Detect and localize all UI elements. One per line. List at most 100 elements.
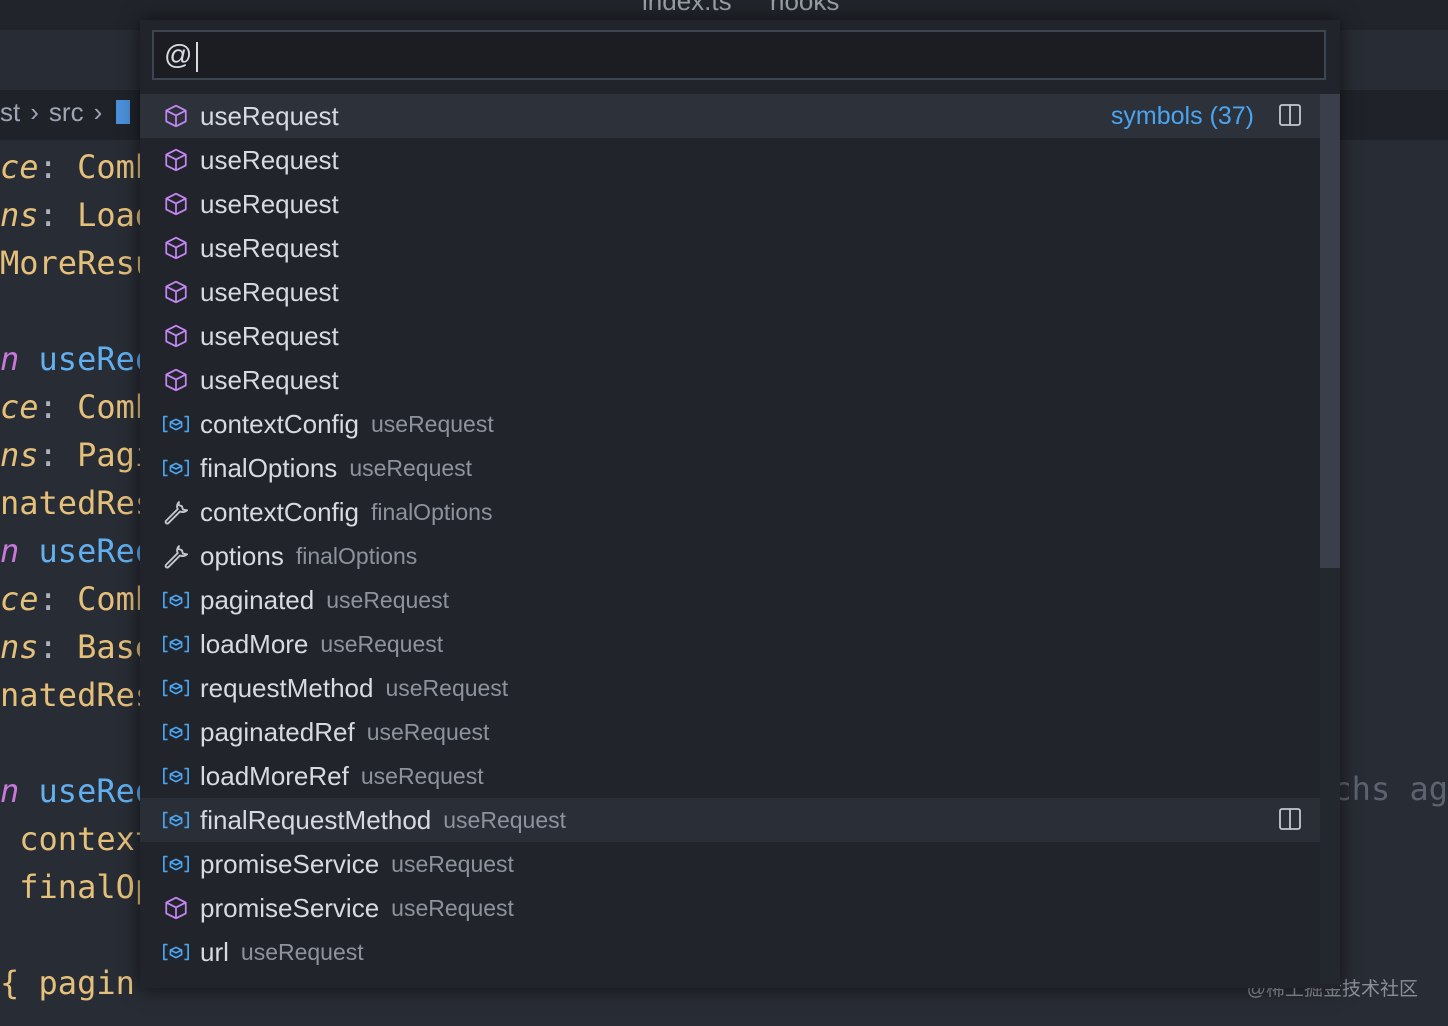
cube-icon <box>162 234 190 262</box>
code-line: ce: Comb <box>0 388 155 426</box>
quick-pick-item-label: finalRequestMethod <box>200 804 432 835</box>
quick-pick-item-label: paginated <box>200 584 315 615</box>
quick-pick-item-description: finalOptions <box>295 542 418 569</box>
scrollbar[interactable] <box>1320 94 1340 984</box>
quick-pick-item[interactable]: promiseService useRequest <box>140 842 1320 886</box>
variable-icon <box>162 410 190 438</box>
code-line: n useReq <box>0 340 155 378</box>
quick-pick-item[interactable]: useRequest symbols (37) <box>140 94 1320 138</box>
quick-pick-item-label: useRequest <box>200 100 339 131</box>
code-line: ns: Pagi <box>0 436 155 474</box>
quick-pick-item-label: promiseService <box>200 892 380 923</box>
breadcrumb: st › src › <box>0 92 131 132</box>
quick-pick-item-description: useRequest <box>360 762 484 789</box>
file-icon <box>116 100 131 124</box>
quick-pick-list: useRequest symbols (37) useRequest useReque… <box>140 94 1320 984</box>
code-line: { pagin <box>0 964 135 1002</box>
quick-pick-item[interactable]: requestMethod useRequest <box>140 666 1320 710</box>
code-line: ns: Load <box>0 196 155 234</box>
variable-icon <box>162 806 190 834</box>
code-line: finalOp <box>0 868 155 906</box>
quick-pick-item-description: useRequest <box>370 410 494 437</box>
quick-pick-item-label: loadMoreRef <box>200 760 349 791</box>
quick-pick-item-description: useRequest <box>391 850 514 877</box>
code-line: ce: Comb <box>0 148 155 186</box>
quick-pick-item-description: useRequest <box>240 938 364 965</box>
quick-pick-item-description: useRequest <box>326 586 449 613</box>
quick-pick-item[interactable]: useRequest <box>140 314 1320 358</box>
quick-pick-item[interactable]: useRequest <box>140 182 1320 226</box>
cube-icon <box>162 190 190 218</box>
code-line: ce: Comb <box>0 580 155 618</box>
cube-icon <box>162 278 190 306</box>
variable-icon <box>162 718 190 746</box>
quick-pick-item-label: paginatedRef <box>200 716 355 747</box>
quick-pick-item[interactable]: paginatedRef useRequest <box>140 710 1320 754</box>
quick-pick-item-label: options <box>200 540 284 571</box>
quick-pick-item[interactable]: useRequest <box>140 270 1320 314</box>
variable-icon <box>162 762 190 790</box>
quick-pick-item-label: url <box>200 936 229 967</box>
quick-pick-item[interactable]: finalRequestMethod useRequest <box>140 798 1320 842</box>
symbols-count-label: symbols (37) <box>1110 101 1254 130</box>
quick-pick-item[interactable]: useRequest <box>140 358 1320 402</box>
quick-pick-item-label: finalOptions <box>200 452 338 483</box>
quick-pick-item[interactable]: loadMore useRequest <box>140 622 1320 666</box>
tab-index-ts[interactable]: index.ts <box>642 0 732 17</box>
cube-icon <box>162 322 190 350</box>
quick-pick-item-description: useRequest <box>443 806 567 833</box>
scrollbar-thumb[interactable] <box>1320 94 1340 568</box>
code-line: natedRes <box>0 484 155 522</box>
variable-icon <box>162 850 190 878</box>
quick-pick-item-label: contextConfig <box>200 408 359 439</box>
quick-pick-item-label: promiseService <box>200 848 380 879</box>
chevron-right-icon: › <box>30 96 39 127</box>
breadcrumb-item[interactable]: st <box>0 97 20 128</box>
quick-pick-item-label: requestMethod <box>200 672 374 703</box>
quick-pick-item[interactable]: finalOptions useRequest <box>140 446 1320 490</box>
quick-pick-item-description: useRequest <box>349 454 473 481</box>
variable-icon <box>162 938 190 966</box>
chevron-right-icon: › <box>93 96 103 127</box>
quick-pick-input-box <box>152 30 1326 80</box>
code-line: n useReq <box>0 772 155 810</box>
quick-pick-item[interactable]: paginated useRequest <box>140 578 1320 622</box>
quick-pick-item-description: finalOptions <box>370 498 493 525</box>
quick-pick-item[interactable]: options finalOptions <box>140 534 1320 578</box>
quick-pick-item-label: useRequest <box>200 320 339 351</box>
code-line: n useReq <box>0 532 155 570</box>
code-line: natedRes <box>0 676 155 714</box>
quick-pick-item-description: useRequest <box>366 718 490 745</box>
variable-icon <box>162 454 190 482</box>
quick-pick-item-label: useRequest <box>200 364 339 395</box>
quick-pick-item-label: loadMore <box>200 628 309 659</box>
quick-pick-item[interactable]: promiseService useRequest <box>140 886 1320 930</box>
quick-pick-widget: useRequestsymbols (37)useRequestuseReque… <box>140 20 1340 988</box>
code-line: ns: Base <box>0 628 155 666</box>
open-to-side-icon[interactable] <box>1278 103 1302 127</box>
open-to-side-icon[interactable] <box>1278 807 1302 831</box>
text-caret <box>196 42 198 72</box>
quick-pick-item-description: useRequest <box>385 674 509 701</box>
quick-pick-item-description: useRequest <box>320 630 444 657</box>
quick-pick-item[interactable]: contextConfig useRequest <box>140 402 1320 446</box>
quick-pick-item-label: useRequest <box>200 232 339 263</box>
breadcrumb-item[interactable]: src <box>49 97 84 128</box>
code-ghost-text: chs ag <box>1332 770 1448 808</box>
quick-pick-item[interactable]: contextConfig finalOptions <box>140 490 1320 534</box>
code-line: context <box>0 820 155 858</box>
cube-icon <box>162 366 190 394</box>
quick-pick-item[interactable]: useRequest <box>140 226 1320 270</box>
quick-pick-input[interactable] <box>154 32 1324 78</box>
quick-pick-item[interactable]: loadMoreRef useRequest <box>140 754 1320 798</box>
cube-icon <box>162 102 190 130</box>
quick-pick-item[interactable]: useRequest <box>140 138 1320 182</box>
code-line: MoreResu <box>0 244 155 282</box>
cube-icon <box>162 894 190 922</box>
quick-pick-item-label: useRequest <box>200 276 339 307</box>
quick-pick-item[interactable]: url useRequest <box>140 930 1320 974</box>
quick-pick-item-label: useRequest <box>200 188 339 219</box>
variable-icon <box>162 630 190 658</box>
tab-hooks[interactable]: hooks <box>770 0 839 17</box>
quick-pick-item-description: useRequest <box>391 894 514 921</box>
